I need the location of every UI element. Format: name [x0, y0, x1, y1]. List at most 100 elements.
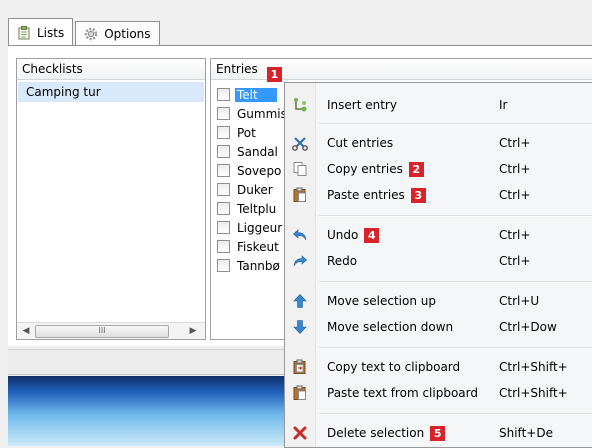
entry-label: Sovepo [237, 163, 282, 178]
entry-row[interactable]: Telt [217, 85, 289, 104]
context-menu: Insert entry Ir Cut entries Ctrl+ Copy e… [284, 82, 592, 448]
entry-label: Telt [235, 87, 277, 102]
entry-label: Liggeur [237, 220, 283, 235]
delete-x-icon [291, 424, 309, 442]
entry-row[interactable]: Teltplu [217, 199, 289, 218]
menu-item-paste-text-from-clipboard[interactable]: Paste text from clipboard Ctrl+Shift+ [285, 381, 592, 405]
entry-checkbox[interactable] [217, 221, 230, 234]
entry-row[interactable]: Sandal [217, 142, 289, 161]
menu-shortcut: Ctrl+ [499, 254, 531, 268]
entry-checkbox[interactable] [217, 164, 230, 177]
entry-label: Fiskeut [237, 239, 279, 254]
entry-checkbox[interactable] [217, 202, 230, 215]
copy-entries-text: Copy entries [327, 161, 403, 176]
scissors-icon [291, 134, 309, 152]
checklists-horizontal-scrollbar[interactable]: ◀ III ▶ [17, 322, 205, 339]
menu-item-paste-entries[interactable]: Paste entries 3 Ctrl+ [285, 183, 592, 207]
tab-lists-label: Lists [37, 25, 65, 40]
redo-icon [291, 252, 309, 270]
entry-row[interactable]: Liggeur [217, 218, 289, 237]
delete-selection-text: Delete selection [327, 425, 425, 440]
menu-item-undo[interactable]: Undo 4 Ctrl+ [285, 223, 592, 247]
clipboard-copy-icon [291, 358, 309, 376]
checklist-item-camping[interactable]: Camping tur [18, 82, 204, 102]
menu-item-copy-entries[interactable]: Copy entries 2 Ctrl+ [285, 157, 592, 181]
menu-shortcut: Ctrl+Shift+ [499, 386, 568, 400]
arrow-up-icon [291, 292, 309, 310]
entry-label: Duker [237, 182, 273, 197]
tab-strip: Lists Options [8, 18, 162, 46]
entry-checkbox[interactable] [217, 88, 230, 101]
clipboard-paste-icon [291, 384, 309, 402]
copy-icon [291, 160, 309, 178]
undo-text: Undo [327, 227, 359, 242]
menu-shortcut: Shift+De [499, 426, 553, 440]
tab-options[interactable]: Options [75, 21, 160, 46]
entry-checkbox[interactable] [217, 240, 230, 253]
scroll-left-icon[interactable]: ◀ [20, 325, 32, 337]
entry-row[interactable]: Gummis [217, 104, 289, 123]
scroll-thumb[interactable]: III [35, 325, 169, 338]
menu-separator [319, 347, 592, 349]
checklists-header[interactable]: Checklists [17, 59, 205, 80]
menu-label: Cut entries [327, 136, 394, 150]
menu-item-redo[interactable]: Redo Ctrl+ [285, 249, 592, 273]
callout-badge-2: 2 [408, 161, 424, 177]
undo-icon [291, 226, 309, 244]
callout-badge-1: 1 [267, 67, 282, 82]
menu-shortcut: Ctrl+U [499, 294, 540, 308]
tab-lists[interactable]: Lists [8, 18, 74, 46]
entry-label: Pot [237, 125, 256, 140]
menu-item-move-down[interactable]: Move selection down Ctrl+Dow [285, 315, 592, 339]
menu-item-cut-entries[interactable]: Cut entries Ctrl+ [285, 131, 592, 155]
callout-badge-4: 4 [364, 227, 380, 243]
menu-item-move-up[interactable]: Move selection up Ctrl+U [285, 289, 592, 313]
menu-shortcut: Ctrl+ [499, 136, 531, 150]
menu-item-copy-text-to-clipboard[interactable]: Copy text to clipboard Ctrl+Shift+ [285, 355, 592, 379]
entry-checkbox[interactable] [217, 145, 230, 158]
menu-label: Copy text to clipboard [327, 360, 461, 374]
menu-item-insert-entry[interactable]: Insert entry Ir [285, 93, 592, 117]
menu-label: Undo 4 [327, 227, 380, 243]
menu-label: Paste entries 3 [327, 187, 426, 203]
insert-entry-icon [291, 96, 309, 114]
entry-label: Gummis [237, 106, 287, 121]
gear-icon [84, 27, 98, 41]
menu-shortcut: Ctrl+ [499, 228, 531, 242]
menu-separator [319, 413, 592, 415]
menu-shortcut: Ctrl+Shift+ [499, 360, 568, 374]
entry-row[interactable]: Sovepo [217, 161, 289, 180]
entry-checkbox[interactable] [217, 107, 230, 120]
tab-options-label: Options [104, 27, 151, 41]
menu-label: Paste text from clipboard [327, 386, 478, 400]
entry-row[interactable]: Duker [217, 180, 289, 199]
callout-badge-5: 5 [430, 425, 446, 441]
entry-checkbox[interactable] [217, 183, 230, 196]
paste-icon [291, 186, 309, 204]
entry-row[interactable]: Tannbø [217, 256, 289, 275]
menu-shortcut: Ctrl+ [499, 162, 531, 176]
callout-badge-3: 3 [410, 187, 426, 203]
entry-label: Tannbø [237, 258, 280, 273]
menu-shortcut: Ir [499, 98, 508, 112]
menu-separator [319, 215, 592, 217]
entry-checkbox[interactable] [217, 126, 230, 139]
menu-separator [319, 281, 592, 283]
entry-row[interactable]: Fiskeut [217, 237, 289, 256]
menu-shortcut: Ctrl+ [499, 188, 531, 202]
menu-label: Copy entries 2 [327, 161, 424, 177]
entry-label: Teltplu [237, 201, 277, 216]
entry-checkbox[interactable] [217, 259, 230, 272]
entries-list: Telt Gummis Pot Sandal Sovepo Duker Telt… [217, 85, 289, 275]
menu-label: Delete selection 5 [327, 425, 446, 441]
clipboard-icon [17, 25, 31, 40]
menu-item-delete-selection[interactable]: Delete selection 5 Shift+De [285, 421, 592, 445]
entry-label: Sandal [237, 144, 278, 159]
menu-label: Insert entry [327, 98, 397, 112]
paste-entries-text: Paste entries [327, 187, 405, 202]
scroll-right-icon[interactable]: ▶ [187, 325, 199, 337]
menu-shortcut: Ctrl+Dow [499, 320, 557, 334]
entry-row[interactable]: Pot [217, 123, 289, 142]
menu-label: Move selection down [327, 320, 454, 334]
menu-label: Redo [327, 254, 358, 268]
